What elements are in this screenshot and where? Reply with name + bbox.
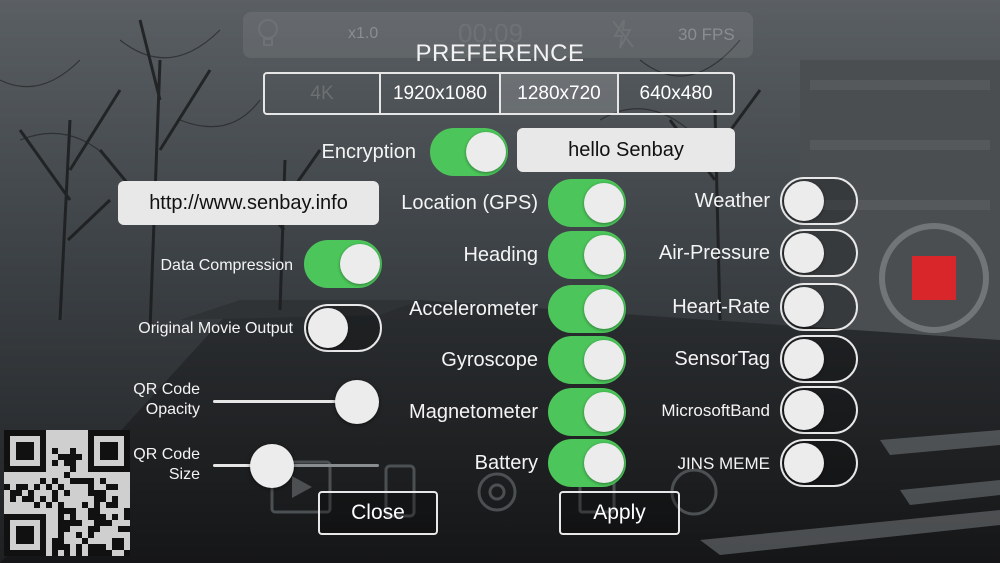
- resolution-selector[interactable]: 4K 1920x1080 1280x720 640x480: [263, 72, 735, 115]
- original-movie-output-switch[interactable]: [304, 304, 382, 352]
- sensor-label-sensortag: SensorTag: [674, 348, 770, 370]
- switch-knob: [784, 181, 824, 221]
- encryption-key-field[interactable]: hello Senbay: [517, 128, 735, 172]
- original-movie-output-label: Original Movie Output: [138, 320, 293, 337]
- encryption-switch[interactable]: [430, 128, 508, 176]
- close-button[interactable]: Close: [318, 491, 438, 535]
- qr-size-slider[interactable]: [213, 444, 379, 488]
- qr-opacity-slider[interactable]: [213, 380, 379, 424]
- sensor-switch-jins-meme[interactable]: [780, 439, 858, 487]
- switch-knob: [784, 390, 824, 430]
- qr-size-label-line2: Size: [168, 466, 200, 483]
- resolution-option-1280x720[interactable]: 1280x720: [501, 74, 619, 113]
- qr-opacity-label-line2: Opacity: [145, 401, 200, 418]
- sensor-label-microsoftband: MicrosoftBand: [661, 401, 770, 420]
- page-title: PREFERENCE: [415, 40, 585, 67]
- sensor-label-air-pressure: Air-Pressure: [658, 242, 770, 264]
- switch-knob: [784, 443, 824, 483]
- switch-knob: [584, 183, 624, 223]
- sensor-label-heading: Heading: [463, 244, 538, 266]
- sensor-switch-gyroscope[interactable]: [548, 336, 626, 384]
- sensor-label-location-gps: Location (GPS): [401, 192, 538, 214]
- data-compression-switch[interactable]: [304, 240, 382, 288]
- sensor-switch-accelerometer[interactable]: [548, 285, 626, 333]
- switch-knob: [584, 289, 624, 329]
- sensor-switch-heading[interactable]: [548, 231, 626, 279]
- slider-thumb[interactable]: [335, 380, 379, 424]
- qr-size-label-line1: QR Code: [133, 446, 200, 463]
- qr-opacity-label-line1: QR Code: [133, 381, 200, 398]
- switch-knob: [340, 244, 380, 284]
- switch-knob: [308, 308, 348, 348]
- sensor-label-accelerometer: Accelerometer: [409, 298, 538, 320]
- resolution-option-640x480[interactable]: 640x480: [619, 74, 733, 113]
- switch-knob: [466, 132, 506, 172]
- sensor-label-weather: Weather: [694, 190, 770, 212]
- sensor-switch-air-pressure[interactable]: [780, 229, 858, 277]
- encryption-label: Encryption: [321, 141, 417, 163]
- resolution-option-4k[interactable]: 4K: [265, 74, 381, 113]
- sensor-switch-weather[interactable]: [780, 177, 858, 225]
- sensor-label-heart-rate: Heart-Rate: [672, 296, 770, 318]
- switch-knob: [784, 287, 824, 327]
- sensor-switch-location-gps[interactable]: [548, 179, 626, 227]
- switch-knob: [584, 340, 624, 380]
- apply-button[interactable]: Apply: [559, 491, 680, 535]
- switch-knob: [584, 235, 624, 275]
- sensor-switch-heart-rate[interactable]: [780, 283, 858, 331]
- sensor-switch-microsoftband[interactable]: [780, 386, 858, 434]
- data-compression-label: Data Compression: [160, 257, 294, 274]
- switch-knob: [784, 339, 824, 379]
- resolution-option-1920x1080[interactable]: 1920x1080: [381, 74, 501, 113]
- sensor-label-jins-meme: JINS MEME: [677, 454, 770, 473]
- slider-thumb[interactable]: [249, 444, 294, 488]
- sensor-label-gyroscope: Gyroscope: [441, 349, 538, 371]
- server-url-field[interactable]: http://www.senbay.info: [118, 181, 379, 225]
- switch-knob: [784, 233, 824, 273]
- sensor-label-magnetometer: Magnetometer: [409, 401, 538, 423]
- sensor-label-battery: Battery: [474, 452, 538, 474]
- sensor-switch-sensortag[interactable]: [780, 335, 858, 383]
